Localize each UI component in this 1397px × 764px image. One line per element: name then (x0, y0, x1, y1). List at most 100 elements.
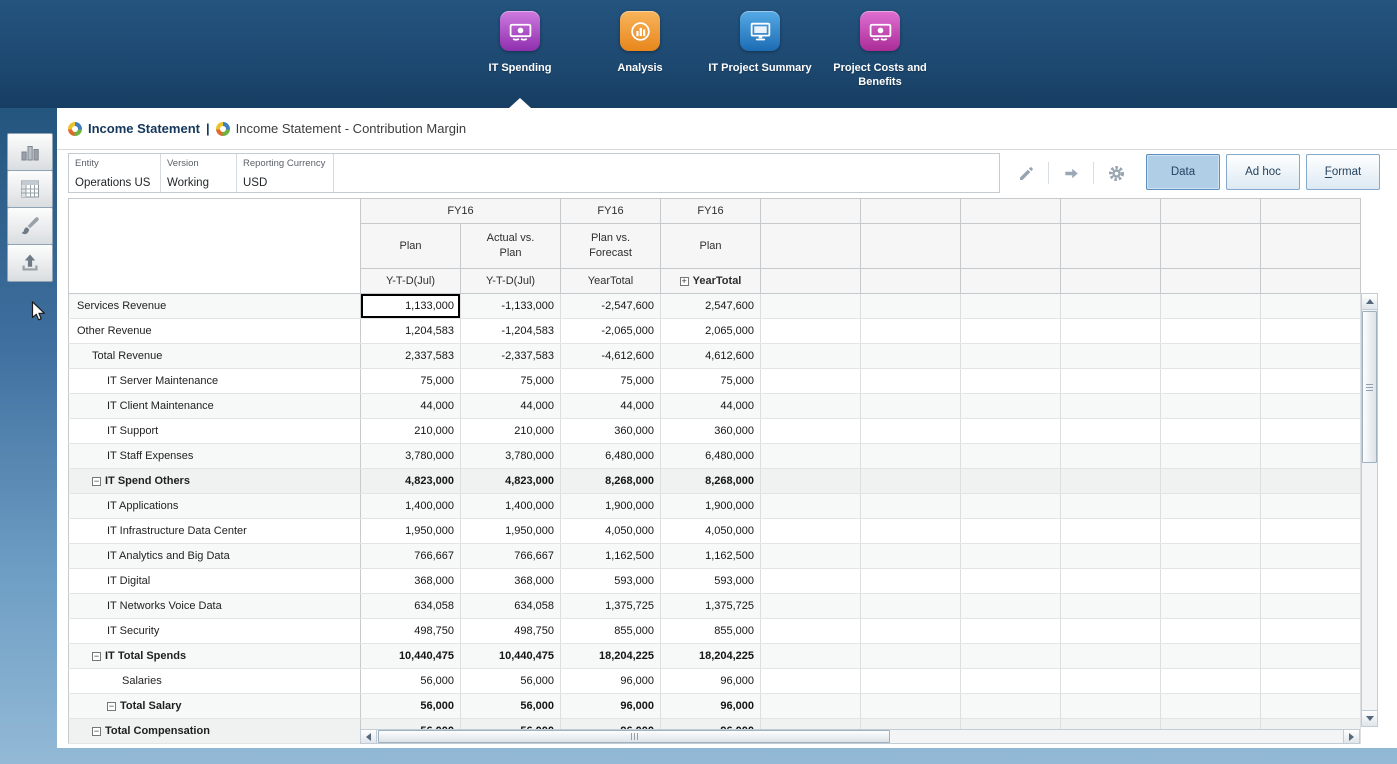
data-cell[interactable]: 360,000 (661, 419, 761, 444)
ad-hoc-button[interactable]: Ad hoc (1226, 154, 1300, 190)
data-cell[interactable]: 2,547,600 (661, 294, 761, 319)
row-header-it-spend-others[interactable]: −IT Spend Others (69, 469, 361, 494)
empty-data-cell[interactable] (861, 519, 961, 544)
empty-data-cell[interactable] (761, 644, 861, 669)
empty-data-cell[interactable] (1161, 619, 1261, 644)
data-cell[interactable]: 8,268,000 (661, 469, 761, 494)
empty-data-cell[interactable] (1261, 469, 1361, 494)
data-cell[interactable]: 766,667 (361, 544, 461, 569)
empty-data-cell[interactable] (861, 694, 961, 719)
data-cell[interactable]: 96,000 (561, 669, 661, 694)
data-cell[interactable]: 56,000 (361, 669, 461, 694)
horizontal-scrollbar[interactable] (360, 729, 1360, 744)
data-cell[interactable]: 210,000 (461, 419, 561, 444)
period-header[interactable]: Y-T-D(Jul) (361, 269, 461, 294)
data-cell[interactable]: 766,667 (461, 544, 561, 569)
empty-data-cell[interactable] (761, 694, 861, 719)
empty-data-cell[interactable] (961, 344, 1061, 369)
empty-data-cell[interactable] (1161, 569, 1261, 594)
data-cell[interactable]: 4,050,000 (661, 519, 761, 544)
empty-data-cell[interactable] (961, 294, 1061, 319)
empty-data-cell[interactable] (961, 544, 1061, 569)
empty-data-cell[interactable] (1261, 619, 1361, 644)
empty-data-cell[interactable] (861, 494, 961, 519)
data-cell[interactable]: 3,780,000 (461, 444, 561, 469)
year-header[interactable]: FY16 (361, 199, 561, 224)
empty-data-cell[interactable] (1161, 344, 1261, 369)
empty-data-cell[interactable] (1261, 444, 1361, 469)
vertical-scrollbar-thumb[interactable] (1362, 311, 1377, 463)
data-cell[interactable]: 1,400,000 (361, 494, 461, 519)
empty-data-cell[interactable] (761, 394, 861, 419)
empty-data-cell[interactable] (861, 644, 961, 669)
year-header[interactable]: FY16 (561, 199, 661, 224)
empty-data-cell[interactable] (1261, 294, 1361, 319)
empty-data-cell[interactable] (861, 344, 961, 369)
empty-data-cell[interactable] (1161, 469, 1261, 494)
data-button[interactable]: Data (1146, 154, 1220, 190)
row-header-it-infrastructure-data-center[interactable]: IT Infrastructure Data Center (69, 519, 361, 544)
breadcrumb-primary[interactable]: Income Statement (88, 121, 200, 136)
collapse-icon[interactable]: − (107, 702, 116, 711)
period-header[interactable]: +YearTotal (661, 269, 761, 294)
row-header-it-total-spends[interactable]: −IT Total Spends (69, 644, 361, 669)
data-cell[interactable]: -2,547,600 (561, 294, 661, 319)
data-cell[interactable]: 1,950,000 (461, 519, 561, 544)
row-header-total-compensation[interactable]: −Total Compensation (69, 719, 361, 744)
empty-data-cell[interactable] (761, 544, 861, 569)
data-cell[interactable]: 10,440,475 (461, 644, 561, 669)
empty-data-cell[interactable] (1261, 394, 1361, 419)
data-cell[interactable]: 75,000 (561, 369, 661, 394)
empty-data-cell[interactable] (1261, 669, 1361, 694)
empty-data-cell[interactable] (1161, 419, 1261, 444)
empty-data-cell[interactable] (1061, 444, 1161, 469)
scenario-header[interactable]: Plan (661, 224, 761, 269)
empty-data-cell[interactable] (961, 469, 1061, 494)
data-cell[interactable]: -4,612,600 (561, 344, 661, 369)
empty-data-cell[interactable] (1161, 319, 1261, 344)
data-cell[interactable]: 4,612,600 (661, 344, 761, 369)
data-cell[interactable]: 10,440,475 (361, 644, 461, 669)
scroll-left-button[interactable] (361, 730, 377, 743)
data-cell[interactable]: -2,337,583 (461, 344, 561, 369)
scroll-up-button[interactable] (1362, 294, 1377, 310)
row-header-it-server-maintenance[interactable]: IT Server Maintenance (69, 369, 361, 394)
empty-data-cell[interactable] (961, 694, 1061, 719)
empty-data-cell[interactable] (1161, 494, 1261, 519)
empty-data-cell[interactable] (961, 594, 1061, 619)
empty-data-cell[interactable] (1161, 544, 1261, 569)
empty-data-cell[interactable] (1161, 294, 1261, 319)
empty-data-cell[interactable] (1161, 669, 1261, 694)
empty-data-cell[interactable] (1061, 669, 1161, 694)
empty-data-cell[interactable] (1061, 344, 1161, 369)
settings-gear-icon[interactable] (1099, 160, 1133, 186)
empty-data-cell[interactable] (1061, 294, 1161, 319)
empty-data-cell[interactable] (861, 469, 961, 494)
empty-data-cell[interactable] (1061, 394, 1161, 419)
data-cell[interactable]: 4,823,000 (461, 469, 561, 494)
empty-data-cell[interactable] (1261, 369, 1361, 394)
row-header-other-revenue[interactable]: Other Revenue (69, 319, 361, 344)
data-cell[interactable]: 360,000 (561, 419, 661, 444)
empty-data-cell[interactable] (1261, 494, 1361, 519)
data-cell[interactable]: 96,000 (561, 694, 661, 719)
empty-data-cell[interactable] (1261, 644, 1361, 669)
data-cell[interactable]: 2,065,000 (661, 319, 761, 344)
empty-data-cell[interactable] (761, 669, 861, 694)
scenario-header[interactable]: Plan vs. Forecast (561, 224, 661, 269)
data-cell[interactable]: 1,375,725 (561, 594, 661, 619)
expand-icon[interactable]: + (680, 277, 689, 286)
data-cell[interactable]: 634,058 (361, 594, 461, 619)
empty-data-cell[interactable] (1261, 544, 1361, 569)
go-arrow-icon[interactable] (1054, 160, 1088, 186)
row-header-it-networks-voice-data[interactable]: IT Networks Voice Data (69, 594, 361, 619)
empty-data-cell[interactable] (761, 419, 861, 444)
data-cell[interactable]: 56,000 (461, 694, 561, 719)
data-cell[interactable]: 44,000 (561, 394, 661, 419)
row-header-it-support[interactable]: IT Support (69, 419, 361, 444)
data-cell[interactable]: 1,162,500 (661, 544, 761, 569)
scroll-right-button[interactable] (1343, 730, 1359, 743)
empty-data-cell[interactable] (1061, 319, 1161, 344)
empty-data-cell[interactable] (961, 644, 1061, 669)
data-cell[interactable]: 1,400,000 (461, 494, 561, 519)
